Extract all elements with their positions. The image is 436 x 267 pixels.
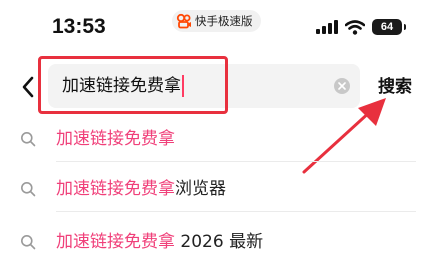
battery-level: 64 xyxy=(380,21,394,33)
chevron-left-icon xyxy=(22,76,34,98)
cellular-signal-icon xyxy=(316,20,338,34)
kuaishou-logo-icon xyxy=(176,13,191,29)
status-time: 13:53 xyxy=(52,15,106,38)
search-query-text: 加速链接免费拿 xyxy=(62,76,181,96)
divider xyxy=(56,211,416,212)
suggestion-text: 加速链接免费拿 xyxy=(56,116,175,162)
suggestion-text: 加速链接免费拿浏览器 xyxy=(56,166,226,212)
suggestion-item[interactable]: 加速链接免费拿 2026 最新 xyxy=(0,219,436,265)
app-indicator-pill[interactable]: 快手极速版 xyxy=(172,10,261,32)
back-button[interactable] xyxy=(14,72,42,102)
status-icons: 64 xyxy=(316,16,406,38)
suggestion-match: 加速链接免费拿 xyxy=(56,179,175,199)
search-icon xyxy=(21,132,36,147)
text-caret xyxy=(182,75,184,97)
divider xyxy=(56,161,416,162)
suggestion-item[interactable]: 加速链接免费拿 xyxy=(0,116,436,162)
search-icon xyxy=(21,235,36,250)
suggestion-rest: 浏览器 xyxy=(175,179,226,199)
search-query[interactable]: 加速链接免费拿 xyxy=(62,64,184,108)
suggestion-rest: 2026 最新 xyxy=(175,232,264,252)
clear-x-icon[interactable] xyxy=(334,78,350,94)
battery-icon: 64 xyxy=(372,19,406,35)
app-pill-label: 快手极速版 xyxy=(195,14,253,28)
suggestion-text: 加速链接免费拿 2026 最新 xyxy=(56,219,263,265)
suggestion-item[interactable]: 加速链接免费拿浏览器 xyxy=(0,166,436,212)
suggestion-match: 加速链接免费拿 xyxy=(56,232,175,252)
search-icon xyxy=(21,182,36,197)
search-submit-button[interactable]: 搜索 xyxy=(378,72,412,102)
suggestion-match: 加速链接免费拿 xyxy=(56,129,175,149)
wifi-icon xyxy=(345,19,365,35)
search-input[interactable]: 加速链接免费拿 xyxy=(48,64,360,108)
